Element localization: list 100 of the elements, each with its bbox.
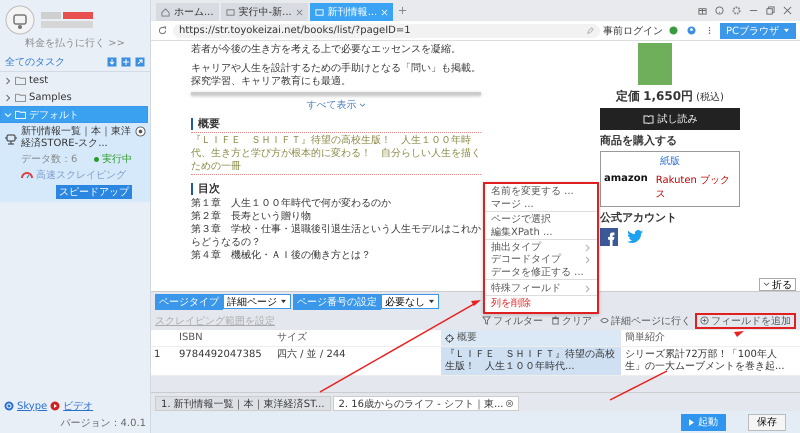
help-link[interactable]: Skype bbox=[17, 400, 48, 412]
row-number: 1 bbox=[153, 348, 162, 362]
section-heading: 概要 bbox=[191, 118, 481, 130]
version-label: バージョン：4.0.1 bbox=[60, 417, 146, 430]
chevron-right-icon bbox=[585, 284, 591, 292]
pencil-icon[interactable] bbox=[586, 26, 594, 34]
rakuten-link[interactable]: Rakuten ブックス bbox=[656, 173, 736, 201]
menu-item[interactable]: ページで選択 bbox=[485, 214, 597, 226]
paper-edition-label: 紙版 bbox=[660, 155, 680, 168]
price-label: 定価 bbox=[616, 88, 640, 105]
page-number-label: ページ番号の設定 bbox=[293, 294, 381, 310]
play-icon bbox=[689, 418, 694, 426]
menu-item[interactable]: 名前を変更する ... bbox=[485, 186, 597, 198]
chevron-icon bbox=[4, 94, 12, 102]
page-number-dropdown[interactable]: 必要なし bbox=[381, 294, 439, 309]
amazon-link[interactable]: amazon bbox=[604, 173, 648, 201]
url-field[interactable]: https://str.toyokeizai.net/books/list/?pageID=1 bbox=[173, 24, 600, 38]
plus-circle-icon bbox=[700, 316, 709, 325]
preview-button[interactable]: 試し読み bbox=[600, 108, 740, 130]
avatar-icon bbox=[5, 5, 35, 35]
caret-icon bbox=[783, 28, 790, 33]
add-button[interactable]: フィールドを追加 bbox=[695, 312, 796, 328]
show-all-link[interactable]: すべて表示 bbox=[306, 98, 366, 112]
menu-item[interactable]: 編集XPath ... bbox=[485, 226, 597, 240]
column-header[interactable]: サイズ bbox=[273, 330, 441, 346]
close-icon[interactable] bbox=[296, 8, 303, 16]
import-icon[interactable] bbox=[107, 57, 117, 67]
restore-icon[interactable] bbox=[766, 6, 775, 15]
speedometer-icon bbox=[21, 171, 33, 179]
chapter-item: 第３章 学校・仕事・退職後引退生活という人生モデルはこれからどうなるの？ bbox=[191, 223, 481, 249]
folder-icon bbox=[15, 110, 26, 119]
table-cell-text: 9784492047385 bbox=[178, 348, 263, 362]
save-button[interactable]: 保存 bbox=[748, 414, 786, 430]
video-icon[interactable] bbox=[50, 401, 60, 411]
facebook-icon[interactable] bbox=[600, 228, 618, 246]
chevron-icon bbox=[4, 110, 12, 118]
clear-button[interactable]: クリア bbox=[547, 312, 596, 328]
table-cell-text: 四六 / 並 / 244 bbox=[276, 348, 347, 362]
chevron-icon bbox=[4, 76, 12, 84]
speed-up-button[interactable]: スピードアップ bbox=[56, 185, 132, 199]
collapse-button[interactable]: 折る bbox=[759, 278, 796, 291]
filter-button[interactable]: フィルター bbox=[478, 312, 547, 328]
settings-icon[interactable] bbox=[732, 6, 741, 15]
chevron-down-icon bbox=[763, 282, 770, 287]
close-icon[interactable] bbox=[506, 400, 514, 407]
menu-item[interactable]: 抽出タイプ bbox=[485, 242, 597, 254]
extension-icon[interactable] bbox=[668, 26, 678, 35]
column-header[interactable]: 概要 bbox=[441, 330, 621, 346]
task-card[interactable]: 新刊情報一覧｜本｜東洋経済STORE-スク... データ数：6 実行中 高速スクレイピング スピードアップ bbox=[0, 123, 150, 202]
page-type-label: ページタイプ bbox=[155, 294, 223, 310]
folder-item[interactable]: Samples bbox=[0, 89, 150, 106]
blurred-name bbox=[41, 12, 93, 28]
mode-label: 高速スクレイピング bbox=[36, 168, 126, 182]
price-value: 1,650円 bbox=[643, 88, 694, 105]
table-cell: 『ＬＩＦＥ ＳＨＩＦＴ』待望の高校生版！ 人生１００年時代... bbox=[441, 347, 621, 375]
chapter-item: 第１章 人生１００年時代で何が変わるのか bbox=[191, 197, 392, 210]
status-dot-icon bbox=[94, 156, 99, 162]
data-count: データ数：6 bbox=[21, 153, 78, 166]
book-icon bbox=[642, 114, 654, 124]
caret-icon bbox=[280, 299, 287, 304]
export-icon[interactable] bbox=[135, 57, 145, 67]
browser-tab[interactable]: 実行中-新... bbox=[220, 3, 308, 21]
column-header[interactable]: 簡単紹介 bbox=[621, 330, 800, 346]
target-icon bbox=[445, 334, 454, 342]
twitter-icon[interactable] bbox=[626, 228, 644, 246]
menu-item[interactable]: マージ ... bbox=[485, 198, 597, 212]
page-type-dropdown[interactable]: 詳細ページ bbox=[223, 294, 291, 309]
skype-icon[interactable] bbox=[4, 401, 14, 411]
user-icon[interactable] bbox=[686, 26, 696, 35]
pre-login-link[interactable]: 事前ログイン bbox=[602, 24, 663, 38]
task-tab[interactable]: 1. 新刊情報一覧｜本｜東洋経済ST... bbox=[155, 396, 331, 411]
chevron-down-icon bbox=[358, 102, 366, 108]
task-title: 新刊情報一覧｜本｜東洋経済STORE-スク... bbox=[21, 126, 132, 150]
caret-icon bbox=[428, 299, 435, 304]
close-icon[interactable] bbox=[783, 6, 792, 15]
browser-tab[interactable]: ホーム... bbox=[156, 3, 219, 21]
description-text: 若者が今後の生き方を考える上で必要なエッセンスを凝縮。 bbox=[191, 43, 462, 56]
menu-item[interactable]: デコードタイプ bbox=[485, 254, 597, 266]
official-heading: 公式アカウント bbox=[600, 210, 678, 225]
filter-icon bbox=[482, 316, 491, 325]
all-tasks-label[interactable]: 全てのタスク bbox=[5, 55, 103, 69]
reload-icon[interactable] bbox=[158, 26, 167, 35]
folder-icon bbox=[15, 76, 26, 85]
task-tab[interactable]: 2. 16歳からのライフ - シフト｜東... bbox=[332, 396, 520, 411]
help-link[interactable]: ビデオ bbox=[63, 399, 94, 413]
menu-item[interactable]: 特殊フィールド bbox=[485, 282, 597, 296]
buy-heading: 商品を購入する bbox=[600, 133, 678, 148]
add-icon[interactable] bbox=[121, 57, 131, 67]
menu-item[interactable]: データを修正する ... bbox=[485, 266, 597, 280]
summary-text: 『ＬＩＦＥ ＳＨＩＦＴ』待望の高校生版！ 人生１００年時代、生き方と学び方が根本的に変わる！ 自分らしい人生を描くための一冊 bbox=[191, 132, 481, 175]
page-icon bbox=[314, 8, 324, 16]
help-icon[interactable] bbox=[715, 6, 724, 15]
chapter-item: 第２章 長寿という贈り物 bbox=[191, 210, 312, 223]
detail-button[interactable]: 詳細ページに行く bbox=[596, 312, 695, 328]
trash-icon bbox=[551, 316, 560, 325]
stop-icon[interactable] bbox=[135, 126, 146, 137]
new-tab-icon[interactable] bbox=[398, 6, 408, 15]
menu-item[interactable]: 列を削除 bbox=[485, 298, 597, 310]
folder-item[interactable]: test bbox=[0, 72, 150, 89]
column-header[interactable]: ISBN bbox=[175, 330, 273, 346]
